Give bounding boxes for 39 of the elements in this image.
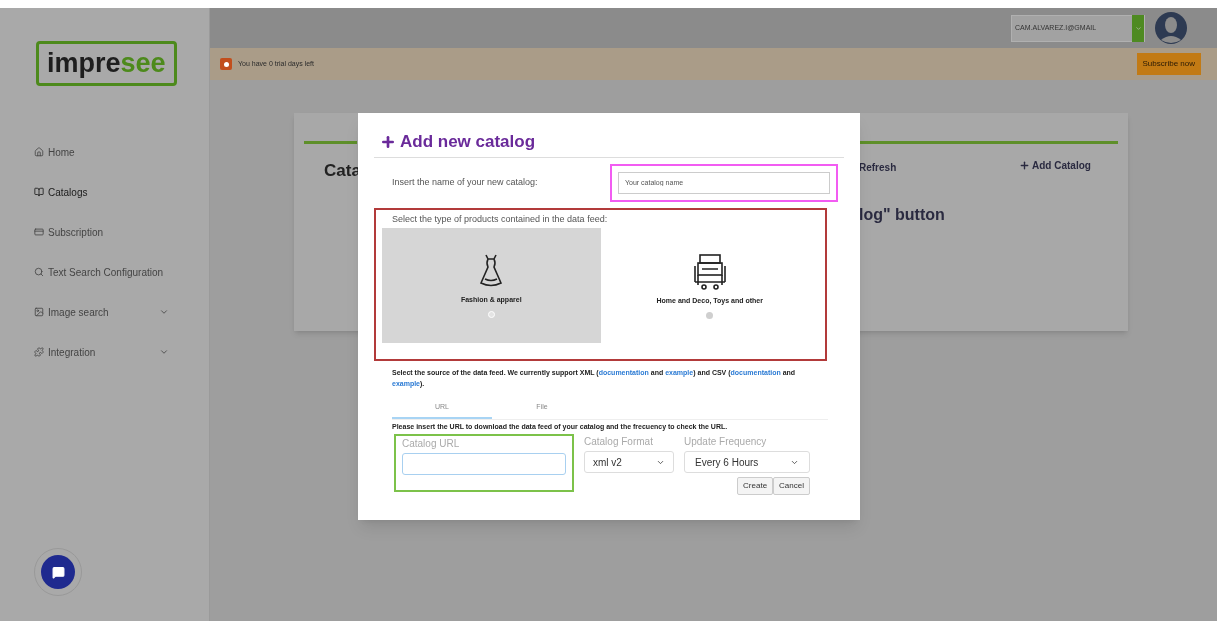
- add-catalog-button[interactable]: Add Catalog: [1019, 158, 1091, 173]
- chat-icon: [51, 565, 65, 579]
- logo: impresee: [36, 40, 177, 86]
- avatar-icon: [1155, 12, 1187, 44]
- chat-button[interactable]: [41, 555, 75, 589]
- frequency-select[interactable]: Every 6 Hours: [684, 451, 810, 473]
- field-label: Catalog URL: [402, 437, 461, 451]
- sidebar-item[interactable]: Text Search Configuration: [0, 252, 209, 292]
- chevron-down-icon: [159, 307, 169, 317]
- dropdown-toggle[interactable]: [1132, 14, 1144, 42]
- dialog-button[interactable]: Cancel: [773, 477, 810, 495]
- furniture-icon: [691, 251, 728, 290]
- empty-message: log" button: [859, 205, 946, 225]
- radio-button[interactable]: [487, 311, 495, 319]
- dialog-title: Add new catalog: [400, 131, 536, 153]
- sidebar-item[interactable]: Home: [0, 132, 209, 172]
- puzzle-icon: [34, 347, 44, 357]
- book-icon: [34, 187, 44, 197]
- subscribe-button[interactable]: Subscribe now: [1136, 53, 1201, 75]
- chevron-down-icon: [1134, 24, 1142, 32]
- house-icon: [34, 147, 44, 157]
- card-icon: [34, 227, 44, 237]
- sidebar-item[interactable]: Image search: [0, 292, 209, 332]
- catalog-url-input[interactable]: [402, 453, 566, 475]
- product-type-label: Select the type of products contained in the data feed:: [391, 212, 609, 226]
- image-icon: [34, 307, 44, 317]
- chevron-down-icon: [159, 347, 169, 357]
- refresh-button[interactable]: Refresh: [859, 144, 897, 175]
- dialog-button[interactable]: Create: [737, 477, 774, 495]
- field-label: Catalog Format: [584, 435, 654, 449]
- plus-icon: [1019, 160, 1030, 171]
- sidebar-item[interactable]: Subscription: [0, 212, 209, 252]
- sidebar-item[interactable]: Integration: [0, 332, 209, 372]
- sidebar-item[interactable]: Catalogs: [0, 172, 209, 212]
- field-label: Update Frequency: [684, 435, 768, 449]
- radio-button[interactable]: [706, 312, 714, 320]
- plus-icon: [380, 133, 396, 150]
- name-label: Insert the name of your new catalog:: [391, 175, 539, 189]
- format-select[interactable]: xml v2: [584, 451, 674, 473]
